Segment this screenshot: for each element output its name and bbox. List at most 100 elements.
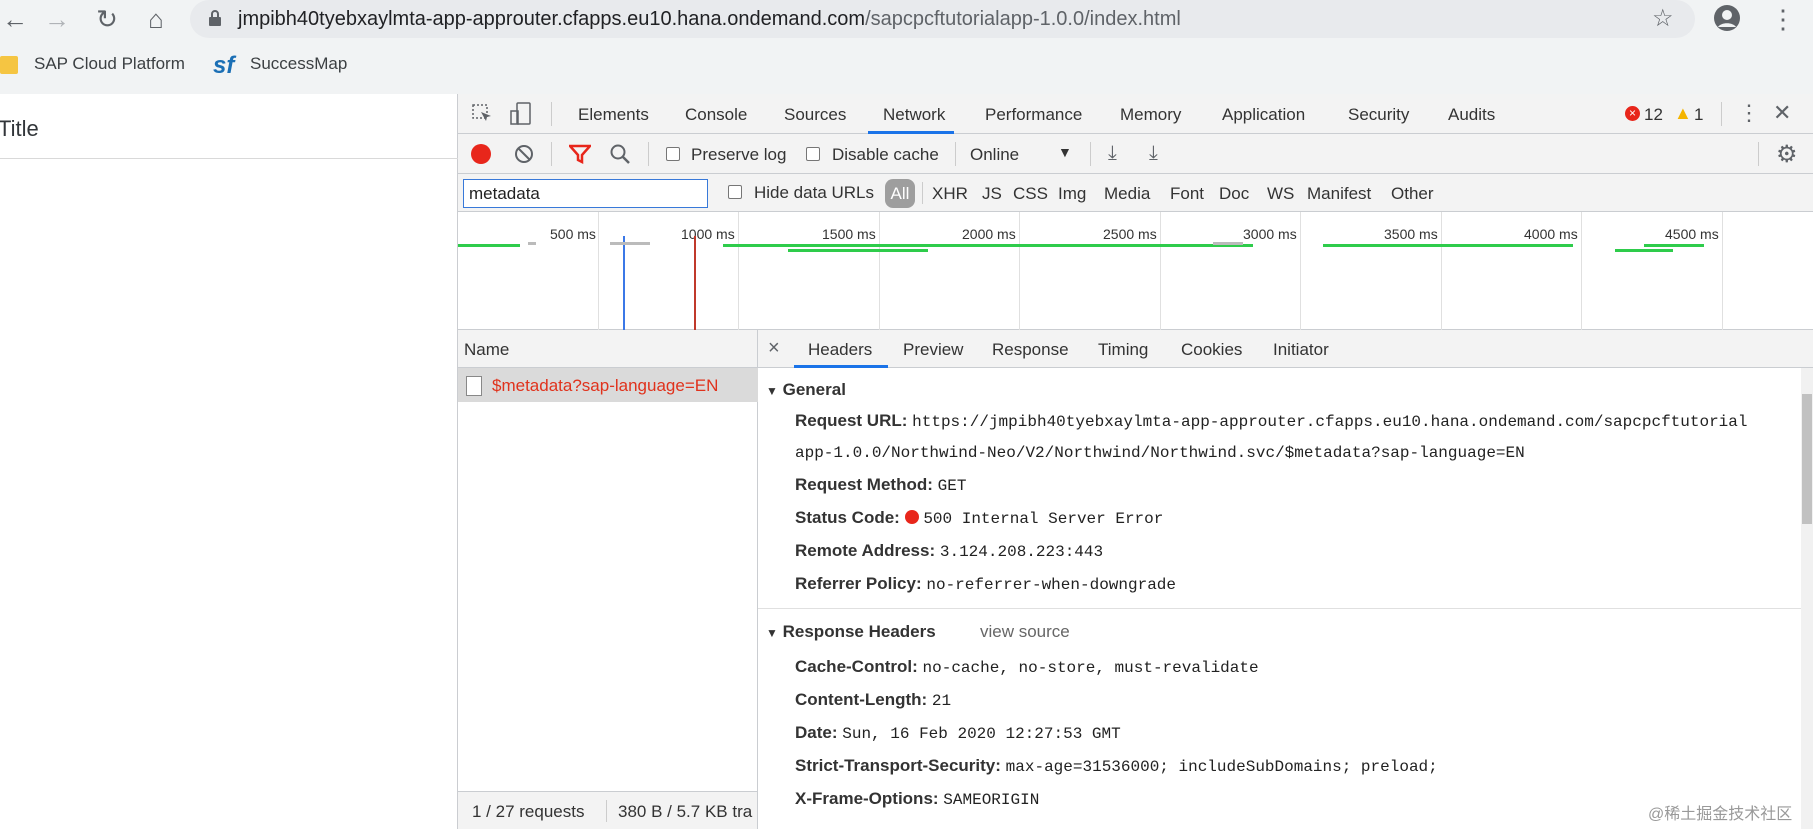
tab-response[interactable]: Response <box>992 340 1069 360</box>
filter-icon[interactable] <box>567 144 593 169</box>
domcontentloaded-marker <box>623 236 625 330</box>
filter-input[interactable] <box>463 179 708 208</box>
bookmark-sap-cloud-platform[interactable]: SAP Cloud Platform <box>34 54 185 74</box>
request-count: 1 / 27 requests <box>472 802 585 821</box>
tab-elements[interactable]: Elements <box>578 105 649 125</box>
network-overview-timeline[interactable]: 500 ms 1000 ms 1500 ms 2000 ms 2500 ms 3… <box>458 212 1813 330</box>
tab-network[interactable]: Network <box>883 105 945 125</box>
url-host: jmpibh40tyebxaylmta-app-approuter.cfapps… <box>238 8 866 30</box>
name-header-label: Name <box>464 340 510 359</box>
request-method-row: Request Method: GET <box>795 475 966 495</box>
hide-data-urls-checkbox[interactable] <box>728 185 742 199</box>
header-row: Cache-Control: no-cache, no-store, must-… <box>795 657 1259 677</box>
tab-performance[interactable]: Performance <box>985 105 1082 125</box>
header-key: Cache-Control: <box>795 657 918 676</box>
chevron-down-icon[interactable]: ▼ <box>1058 144 1072 160</box>
headers-panel: ▼ General Request URL: https://jmpibh40t… <box>758 368 1813 829</box>
tab-cookies[interactable]: Cookies <box>1181 340 1242 360</box>
tab-audits[interactable]: Audits <box>1448 105 1495 125</box>
view-source-link[interactable]: view source <box>980 622 1070 642</box>
scrollbar[interactable] <box>1801 368 1813 829</box>
general-section-toggle[interactable]: ▼ General <box>766 380 846 400</box>
general-section-title: General <box>782 380 846 399</box>
kebab-menu-icon[interactable]: ⋮ <box>1770 4 1796 35</box>
page-content: Title <box>0 94 458 829</box>
inspect-element-icon[interactable] <box>472 104 494 129</box>
export-har-icon[interactable]: ⤓ <box>1149 142 1158 165</box>
request-bar <box>788 249 928 252</box>
filter-type-css[interactable]: CSS <box>1013 184 1048 204</box>
import-har-icon[interactable]: ⤓ <box>1108 142 1117 165</box>
response-headers-section-toggle[interactable]: ▼ Response Headers <box>766 622 936 642</box>
request-bar <box>1644 244 1704 247</box>
devtools-panel: Elements Console Sources Network Perform… <box>458 94 1813 829</box>
tab-security[interactable]: Security <box>1348 105 1409 125</box>
back-arrow-icon[interactable]: ← <box>0 4 30 34</box>
timeline-tick: 2500 ms <box>1103 226 1157 242</box>
referrer-policy-value: no-referrer-when-downgrade <box>926 576 1176 594</box>
scrollbar-thumb[interactable] <box>1802 394 1812 524</box>
header-value: 21 <box>931 692 952 710</box>
status-code-value: 500 Internal Server Error <box>923 510 1164 528</box>
remote-address-row: Remote Address: 3.124.208.223:443 <box>795 541 1103 561</box>
tab-timing[interactable]: Timing <box>1098 340 1148 360</box>
filter-bar: Hide data URLs All XHR JS CSS Img Media … <box>458 174 1813 212</box>
network-toolbar: Preserve log Disable cache Online ▼ ⤓ ⤓ … <box>458 134 1813 174</box>
request-method-value: GET <box>937 477 967 495</box>
reload-icon[interactable]: ↻ <box>92 4 122 34</box>
hide-data-urls-label: Hide data URLs <box>754 183 875 202</box>
home-icon[interactable]: ⌂ <box>141 4 171 34</box>
tab-memory[interactable]: Memory <box>1120 105 1181 125</box>
filter-type-doc[interactable]: Doc <box>1219 184 1249 204</box>
filter-type-font[interactable]: Font <box>1170 184 1204 204</box>
divider <box>758 608 1801 609</box>
tab-headers[interactable]: Headers <box>808 340 872 360</box>
device-toolbar-icon[interactable] <box>510 102 532 131</box>
throttling-select[interactable]: Online <box>970 145 1019 165</box>
bookmark-successmap[interactable]: SuccessMap <box>250 54 347 74</box>
timeline-tick: 4000 ms <box>1524 226 1578 242</box>
timeline-tick: 3000 ms <box>1243 226 1297 242</box>
filter-type-ws[interactable]: WS <box>1267 184 1294 204</box>
network-status-bar: 1 / 27 requests 380 B / 5.7 KB tra <box>458 791 758 829</box>
filter-type-manifest[interactable]: Manifest <box>1307 184 1371 204</box>
warning-count[interactable]: 1 <box>1694 105 1703 125</box>
filter-type-img[interactable]: Img <box>1058 184 1086 204</box>
document-icon <box>466 376 482 396</box>
star-icon[interactable]: ☆ <box>1652 4 1674 33</box>
tab-console[interactable]: Console <box>685 105 747 125</box>
forward-arrow-icon[interactable]: → <box>42 4 72 34</box>
separator <box>922 182 923 204</box>
request-url-row: Request URL: https://jmpibh40tyebxaylmta… <box>795 411 1747 431</box>
filter-type-xhr[interactable]: XHR <box>932 184 968 204</box>
close-icon[interactable]: ✕ <box>1773 100 1791 126</box>
triangle-down-icon: ▼ <box>766 384 778 398</box>
header-value: max-age=31536000; includeSubDomains; pre… <box>1005 758 1438 776</box>
gear-icon[interactable]: ⚙ <box>1776 140 1798 169</box>
error-count[interactable]: 12 <box>1644 105 1663 125</box>
referrer-policy-label: Referrer Policy: <box>795 574 922 593</box>
search-icon[interactable] <box>609 143 631 170</box>
devtools-menu-icon[interactable]: ⋮ <box>1738 100 1760 126</box>
account-icon[interactable] <box>1713 4 1741 37</box>
close-icon[interactable]: × <box>768 337 780 360</box>
tab-sources[interactable]: Sources <box>784 105 846 125</box>
timeline-tick: 4500 ms <box>1665 226 1719 242</box>
name-column-header[interactable]: Name <box>458 330 758 368</box>
filter-type-media[interactable]: Media <box>1104 184 1150 204</box>
filter-type-js[interactable]: JS <box>982 184 1002 204</box>
filter-type-all[interactable]: All <box>885 179 915 208</box>
list-item[interactable]: $metadata?sap-language=EN <box>458 368 758 402</box>
tab-initiator[interactable]: Initiator <box>1273 340 1329 360</box>
clear-icon[interactable] <box>514 144 534 169</box>
separator <box>551 102 552 126</box>
header-key: X-Frame-Options: <box>795 789 939 808</box>
response-headers-title: Response Headers <box>782 622 936 641</box>
tab-preview[interactable]: Preview <box>903 340 963 360</box>
filter-type-other[interactable]: Other <box>1391 184 1434 204</box>
record-icon[interactable] <box>471 144 491 164</box>
address-bar[interactable]: jmpibh40tyebxaylmta-app-approuter.cfapps… <box>190 0 1695 38</box>
tab-application[interactable]: Application <box>1222 105 1305 125</box>
preserve-log-checkbox[interactable] <box>666 147 680 161</box>
disable-cache-checkbox[interactable] <box>806 147 820 161</box>
